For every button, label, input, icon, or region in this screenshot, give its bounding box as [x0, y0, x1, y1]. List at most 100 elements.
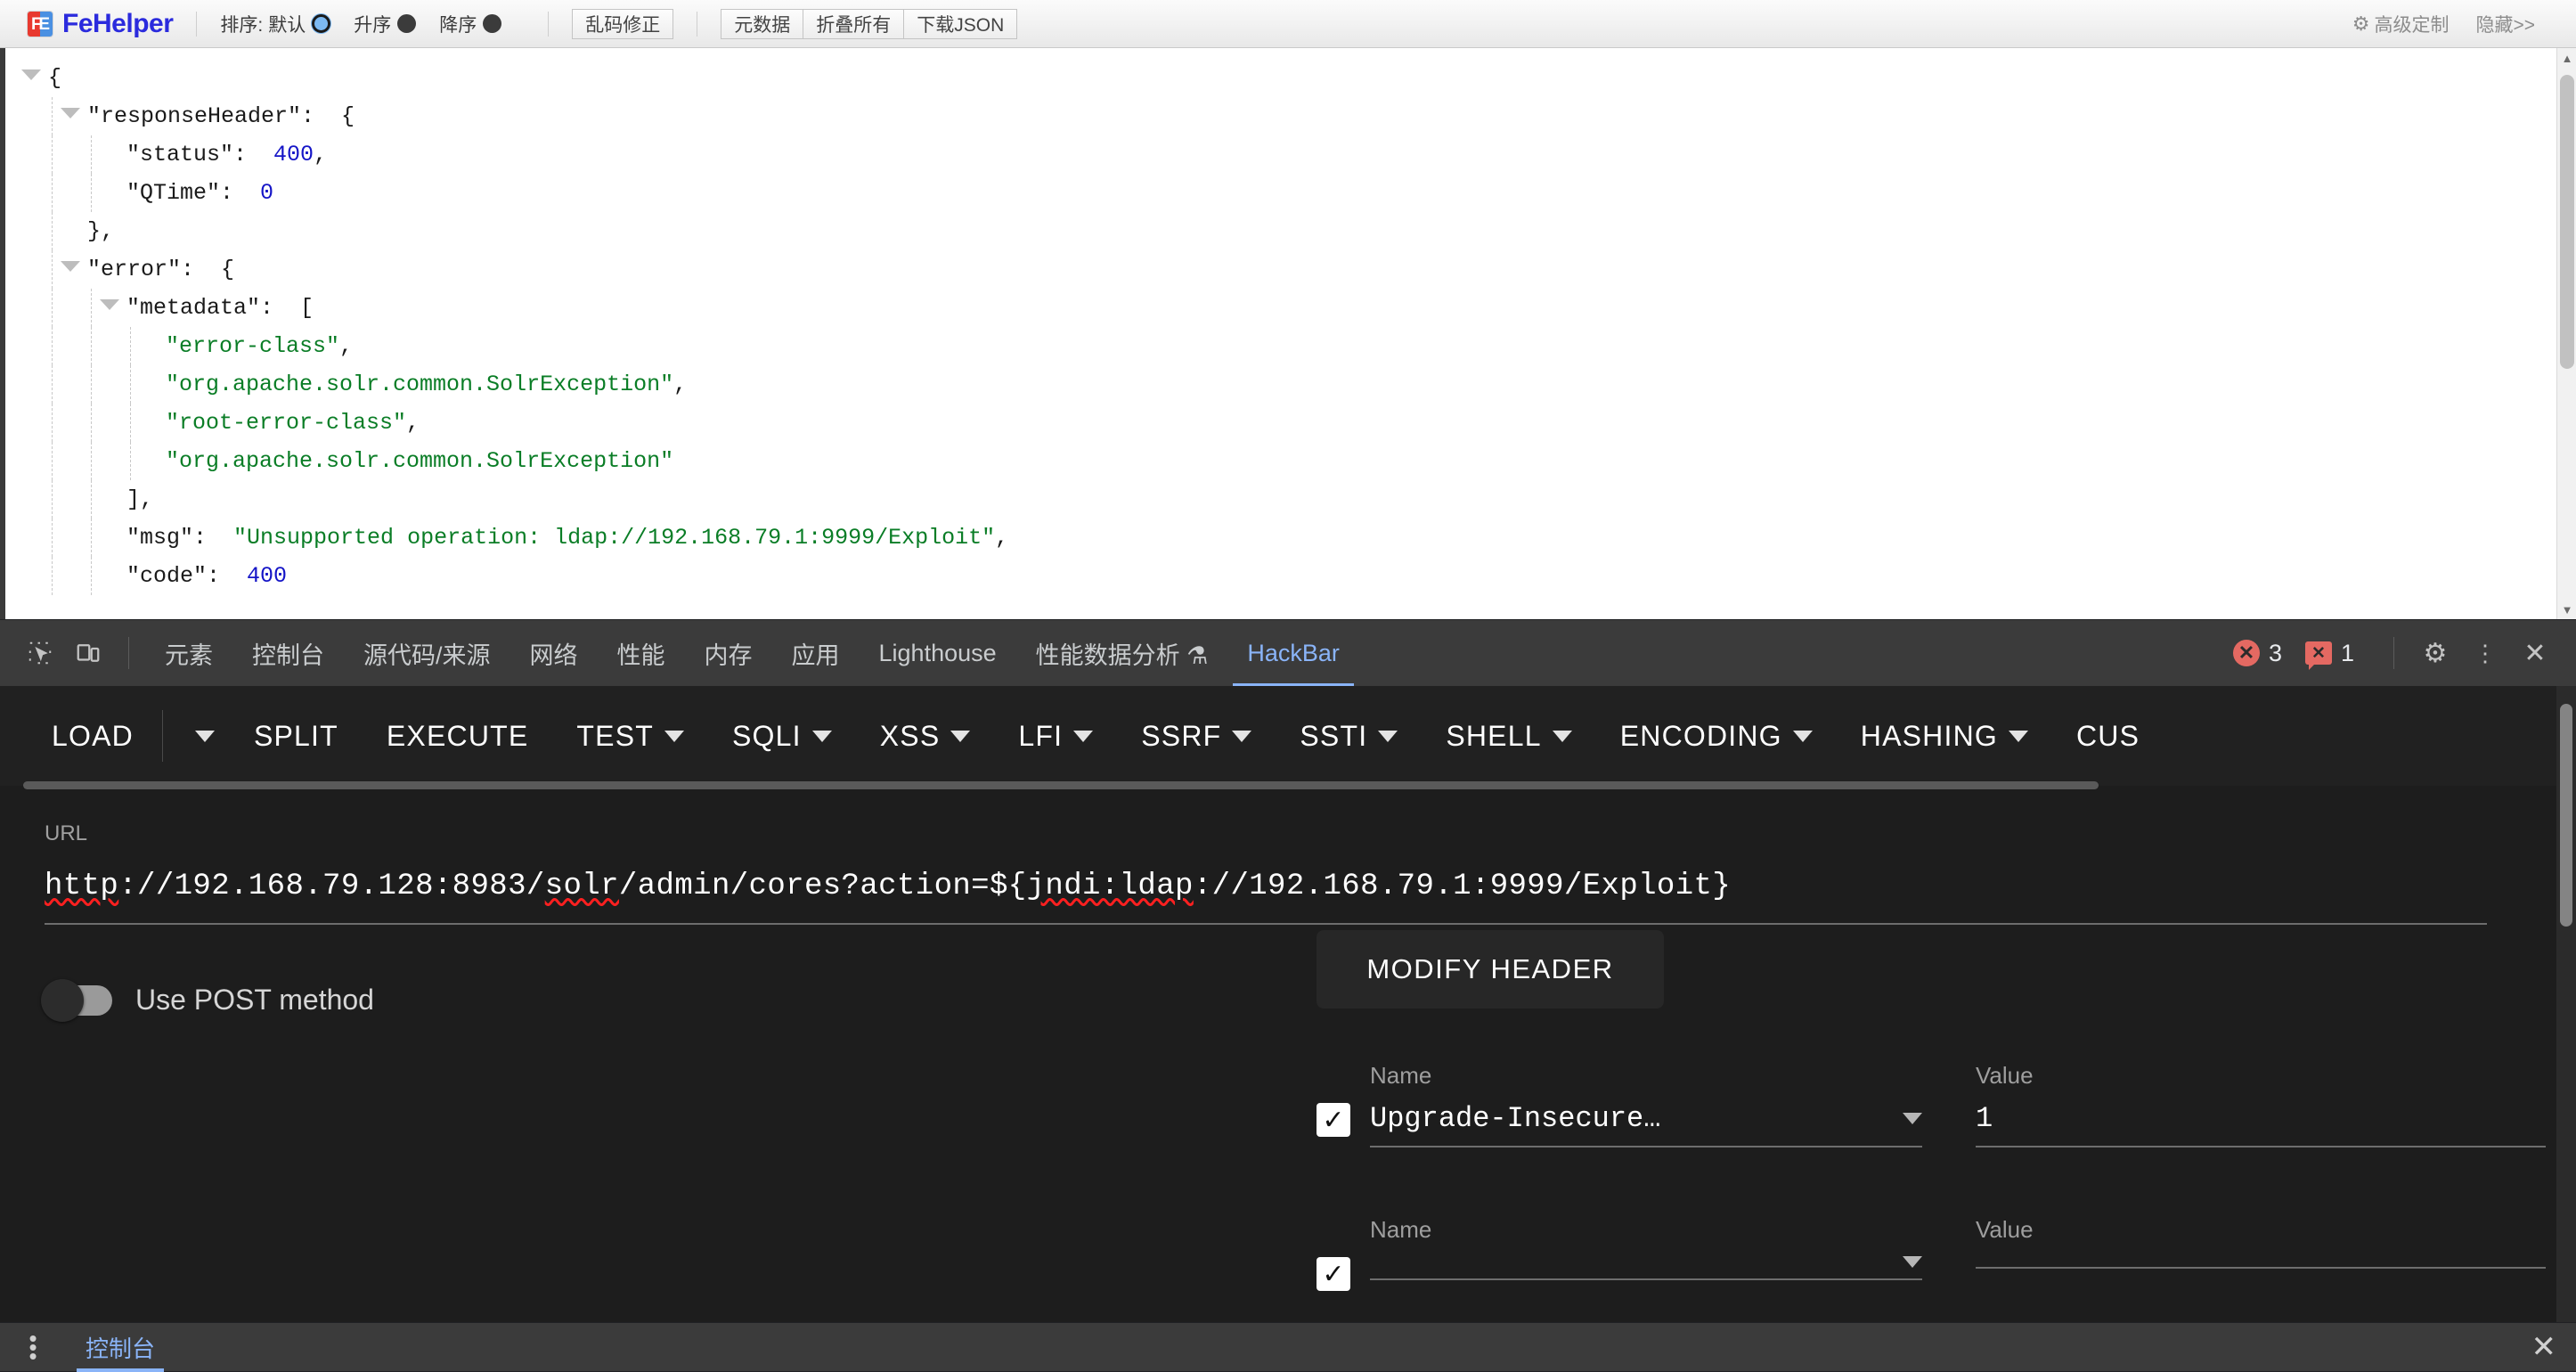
sort-option-asc-label: 升序	[354, 11, 391, 37]
sort-option-default[interactable]: 默认	[268, 11, 330, 37]
hb-custom[interactable]: CUS	[2076, 720, 2140, 753]
json-indent-guide	[52, 519, 53, 557]
chevron-down-icon	[812, 731, 832, 742]
hide-panel-button[interactable]: 隐藏>>	[2475, 11, 2535, 37]
json-indent-guide	[130, 327, 131, 365]
url-segment: ://192.168.79.1:9999/Exploit}	[1194, 870, 1731, 903]
inspect-element-icon[interactable]	[16, 629, 64, 677]
json-token: ,	[406, 410, 420, 436]
hb-load[interactable]: LOAD	[52, 720, 134, 753]
tab-network[interactable]: 网络	[510, 620, 598, 687]
download-json-button[interactable]: 下载JSON	[903, 9, 1017, 39]
hb-lfi[interactable]: LFI	[1018, 720, 1093, 753]
json-indent-guide	[52, 365, 53, 404]
header-enabled-checkbox[interactable]: ✓	[1317, 1103, 1350, 1137]
scroll-up-arrow-icon[interactable]: ▲	[2557, 48, 2576, 68]
fix-garbled-button[interactable]: 乱码修正	[572, 9, 673, 39]
metadata-button[interactable]: 元数据	[721, 9, 803, 39]
radio-dot-icon[interactable]	[312, 14, 330, 33]
sort-option-asc[interactable]: 升序	[354, 11, 416, 37]
hb-load-label: LOAD	[52, 720, 134, 753]
json-indent-guide	[52, 327, 53, 365]
scroll-down-arrow-icon[interactable]: ▼	[2557, 600, 2576, 619]
json-scrollbar[interactable]: ▲ ▼	[2556, 48, 2576, 619]
tab-hackbar[interactable]: HackBar	[1227, 620, 1359, 687]
url-input[interactable]: http://192.168.79.128:8983/solr/admin/co…	[45, 870, 2531, 903]
hb-custom-label: CUS	[2076, 720, 2140, 753]
tab-elements[interactable]: 元素	[145, 620, 232, 687]
advanced-settings-label: 高级定制	[2374, 11, 2449, 37]
radio-dot-icon[interactable]	[397, 14, 416, 33]
hackbar-scrollbar[interactable]	[2556, 686, 2576, 1322]
gear-icon[interactable]: ⚙	[2410, 628, 2460, 678]
tab-application[interactable]: 应用	[772, 620, 860, 687]
advanced-settings-button[interactable]: ⚙ 高级定制	[2352, 11, 2450, 37]
hackbar-toolbar: LOAD SPLIT EXECUTE TEST SQLI XSS LFI S	[0, 686, 2576, 786]
hb-ssrf[interactable]: SSRF	[1141, 720, 1251, 753]
json-collapse-caret-icon[interactable]	[100, 299, 119, 310]
hb-shell[interactable]: SHELL	[1446, 720, 1571, 753]
url-label: URL	[45, 821, 2531, 846]
tab-sources[interactable]: 源代码/来源	[344, 620, 510, 687]
json-content: {"responseHeader": {"status": 400,"QTime…	[5, 48, 2576, 595]
sort-label: 排序:	[220, 11, 263, 37]
header-value-input[interactable]: 1	[1976, 1102, 2546, 1147]
tab-performance-insights[interactable]: 性能数据分析 ⚗	[1016, 620, 1228, 687]
json-line: "msg": "Unsupported operation: ldap://19…	[21, 519, 2576, 557]
json-collapse-caret-icon[interactable]	[21, 69, 41, 80]
hb-hashing[interactable]: HASHING	[1861, 720, 2028, 753]
collapse-all-button[interactable]: 折叠所有	[803, 9, 903, 39]
error-badge[interactable]: ✕ 3	[2233, 640, 2282, 667]
kebab-menu-icon[interactable]: •••	[20, 1334, 46, 1360]
tab-memory[interactable]: 内存	[685, 620, 772, 687]
use-post-method-toggle[interactable]	[45, 985, 112, 1016]
header-value-value: 1	[1976, 1102, 1993, 1135]
fehelper-logo: FE FeHelper	[27, 9, 173, 39]
json-collapse-caret-icon[interactable]	[61, 261, 80, 272]
header-enabled-checkbox[interactable]: ✓	[1317, 1257, 1350, 1291]
drawer-tab-console[interactable]: 控制台	[73, 1323, 167, 1372]
sort-group: 排序: 默认 升序 降序	[220, 11, 525, 37]
hackbar-scrollbar-thumb[interactable]	[2560, 704, 2572, 927]
json-token: "org.apache.solr.common.SolrException"	[166, 448, 673, 474]
json-line: "error": {	[21, 250, 2576, 289]
json-indent-guide	[52, 174, 53, 212]
warning-count: 1	[2341, 640, 2354, 667]
hb-split[interactable]: SPLIT	[254, 720, 338, 753]
hb-sqli[interactable]: SQLI	[732, 720, 832, 753]
header-name-select[interactable]	[1370, 1256, 1922, 1280]
hb-load-dropdown[interactable]	[195, 731, 215, 742]
close-icon[interactable]: ✕	[2510, 628, 2560, 678]
json-token: :	[220, 180, 260, 206]
warning-badge[interactable]: ✕ 1	[2305, 640, 2354, 667]
json-indent-guide	[91, 135, 92, 174]
header-name-select[interactable]: Upgrade-Insecure…	[1370, 1102, 1922, 1147]
json-collapse-caret-icon[interactable]	[61, 108, 80, 118]
json-token: },	[87, 218, 114, 244]
radio-dot-icon[interactable]	[483, 14, 501, 33]
tab-performance[interactable]: 性能	[598, 620, 685, 687]
chevron-down-icon	[1073, 731, 1093, 742]
json-token: "error"	[87, 257, 181, 282]
hb-execute[interactable]: EXECUTE	[387, 720, 529, 753]
hb-xss[interactable]: XSS	[880, 720, 971, 753]
header-value-input[interactable]	[1976, 1256, 2546, 1269]
sort-option-desc[interactable]: 降序	[439, 11, 501, 37]
tab-lighthouse[interactable]: Lighthouse	[860, 620, 1016, 687]
modify-header-button[interactable]: MODIFY HEADER	[1317, 930, 1664, 1009]
hb-encoding[interactable]: ENCODING	[1620, 720, 1813, 753]
drawer-close-icon[interactable]: ✕	[2531, 1332, 2576, 1362]
json-scrollbar-thumb[interactable]	[2560, 75, 2574, 369]
error-icon: ✕	[2233, 640, 2260, 666]
device-toolbar-icon[interactable]	[64, 629, 112, 677]
json-token: : {	[181, 257, 234, 282]
json-line: "root-error-class",	[21, 404, 2576, 442]
error-count: 3	[2269, 640, 2282, 667]
tab-console[interactable]: 控制台	[232, 620, 344, 687]
use-post-method-row[interactable]: Use POST method	[45, 984, 2531, 1017]
hb-ssti[interactable]: SSTI	[1300, 720, 1398, 753]
json-token: ,	[673, 372, 687, 397]
kebab-menu-icon[interactable]: ⋮	[2460, 628, 2510, 678]
json-indent-guide	[91, 327, 92, 365]
hb-test[interactable]: TEST	[576, 720, 684, 753]
